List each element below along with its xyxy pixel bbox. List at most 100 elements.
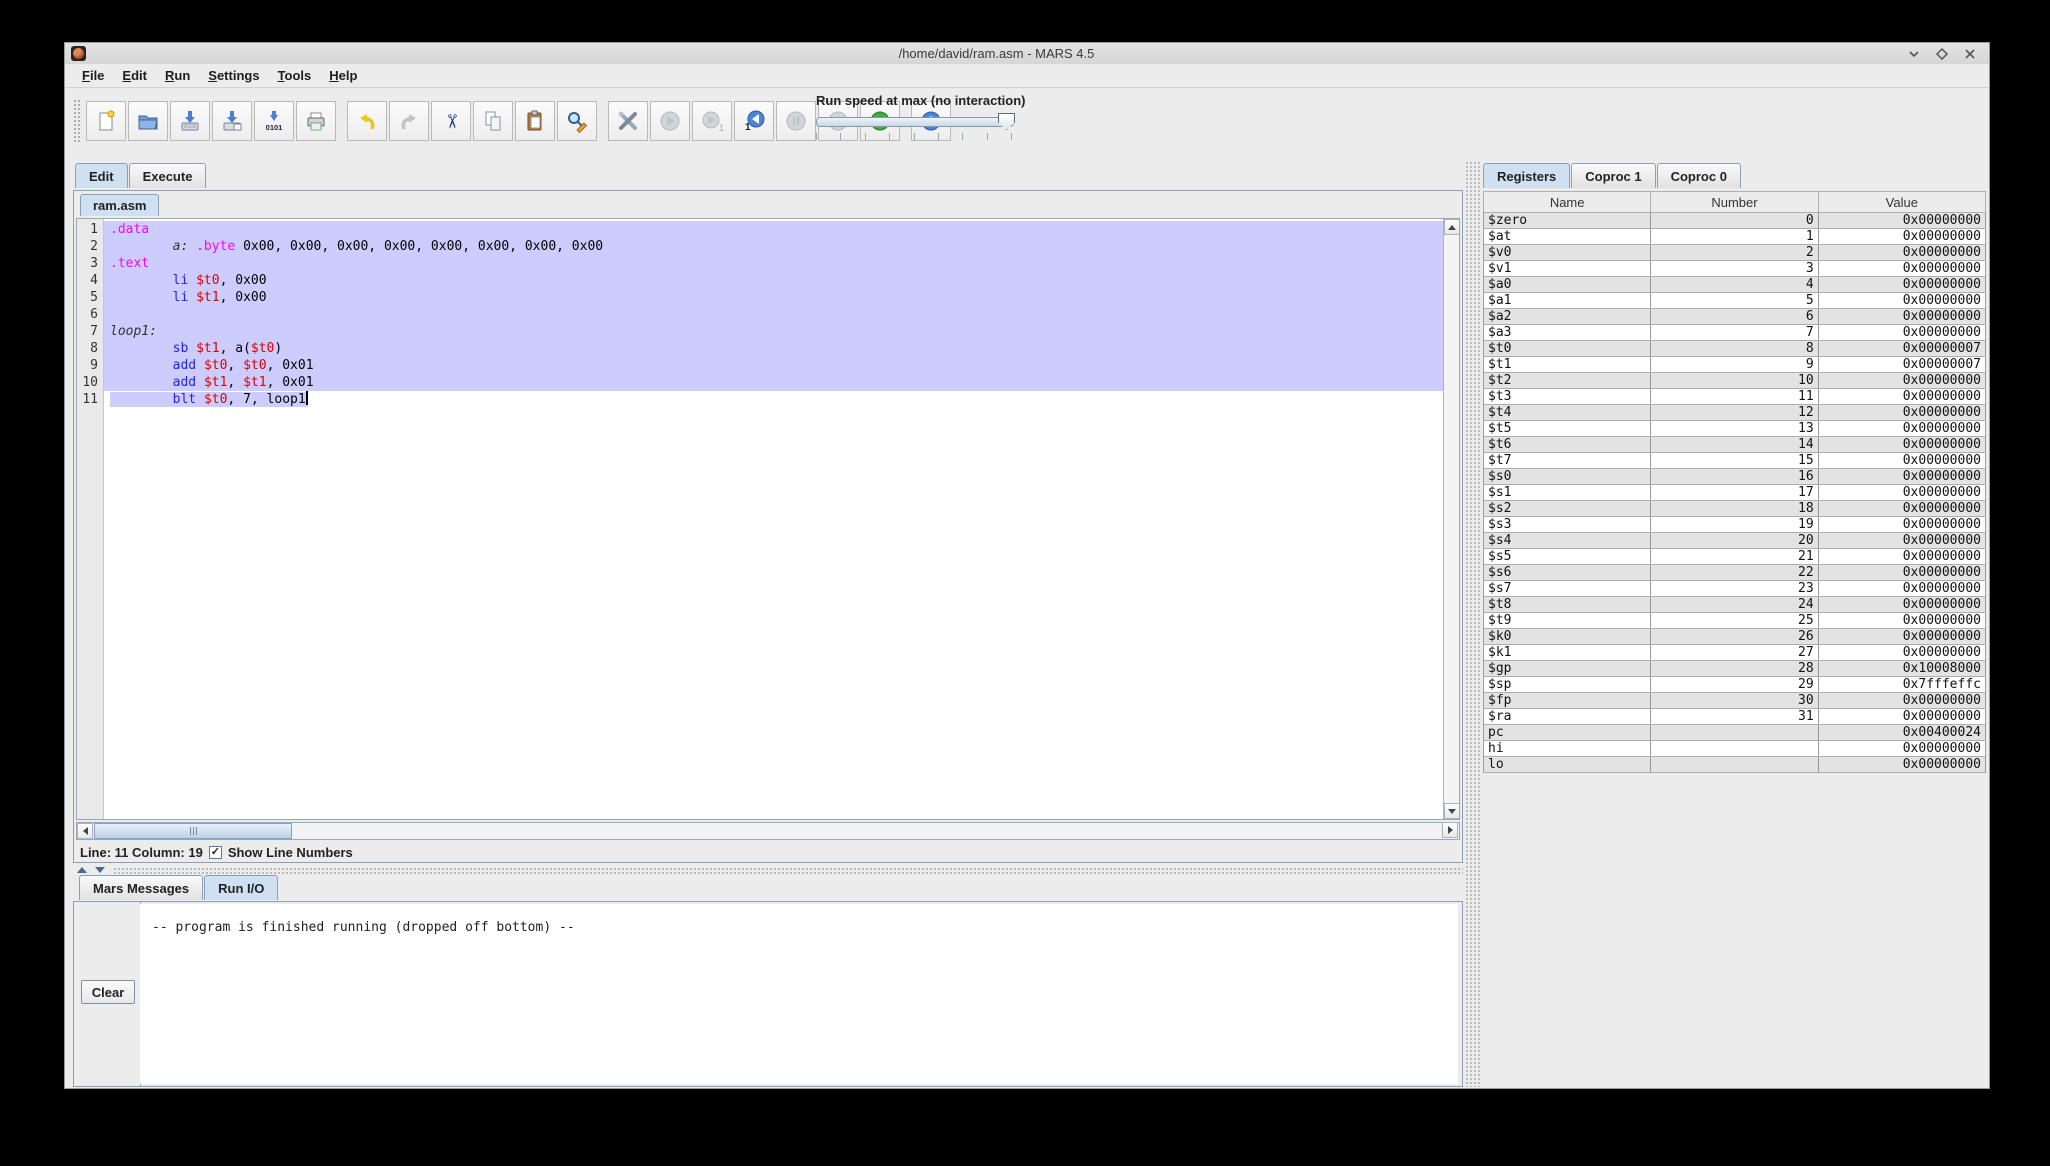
register-row-s0[interactable]: $s0 16 0x00000000 [1483,468,1987,485]
tab-mars-messages[interactable]: Mars Messages [79,875,204,900]
maximize-button[interactable] [1935,47,1949,61]
register-row-lo[interactable]: lo 0x00000000 [1483,756,1987,773]
slider-track[interactable] [816,117,1014,127]
menu-run[interactable]: Run [156,65,199,86]
code-line-9[interactable]: 9 add $t0, $t0, 0x01 [77,357,1443,374]
scroll-right-button[interactable] [1442,822,1458,838]
copy-button[interactable] [473,101,513,141]
tab-run-io[interactable]: Run I/O [204,875,279,900]
vertical-split-divider[interactable] [1465,161,1480,1087]
column-name[interactable]: Name [1482,191,1652,213]
file-tab-ram-asm[interactable]: ram.asm [80,194,160,216]
register-row-t5[interactable]: $t5 13 0x00000000 [1483,420,1987,437]
dump-memory-button[interactable]: 0101 [254,101,294,141]
register-row-s2[interactable]: $s2 18 0x00000000 [1483,500,1987,517]
tab-registers[interactable]: Registers [1483,163,1571,188]
close-button[interactable] [1963,47,1977,61]
register-table-header[interactable]: Name Number Value [1482,191,1987,213]
register-row-a2[interactable]: $a2 6 0x00000000 [1483,308,1987,325]
column-value[interactable]: Value [1817,191,1987,213]
new-file-button[interactable] [86,101,126,141]
code-editor[interactable]: 1 .data 2 a: .byte 0x00, 0x00, 0x00, 0x00,… [76,218,1460,820]
code-line-5[interactable]: 5 li $t1, 0x00 [77,289,1443,306]
undo-button[interactable] [347,101,387,141]
register-row-gp[interactable]: $gp 28 0x10008000 [1483,660,1987,677]
register-row-s5[interactable]: $s5 21 0x00000000 [1483,548,1987,565]
register-row-s3[interactable]: $s3 19 0x00000000 [1483,516,1987,533]
print-button[interactable] [296,101,336,141]
tab-execute[interactable]: Execute [128,163,207,188]
code-line-11[interactable]: 11 blt $t0, 7, loop1 [77,391,1443,408]
register-row-s4[interactable]: $s4 20 0x00000000 [1483,532,1987,549]
register-row-s1[interactable]: $s1 17 0x00000000 [1483,484,1987,501]
register-row-fp[interactable]: $fp 30 0x00000000 [1483,692,1987,709]
column-number[interactable]: Number [1650,191,1819,213]
save-button[interactable] [170,101,210,141]
menu-help[interactable]: Help [320,65,366,86]
assemble-button[interactable] [608,101,648,141]
register-row-zero[interactable]: $zero 0 0x00000000 [1483,212,1987,229]
code-line-8[interactable]: 8 sb $t1, a($t0) [77,340,1443,357]
cut-button[interactable]: ✂ [431,101,471,141]
paste-button[interactable] [515,101,555,141]
code-line-4[interactable]: 4 li $t0, 0x00 [77,272,1443,289]
horizontal-scrollbar[interactable] [76,822,1460,840]
backstep-button[interactable]: 1 [734,101,774,141]
register-row-hi[interactable]: hi 0x00000000 [1483,740,1987,757]
register-row-ra[interactable]: $ra 31 0x00000000 [1483,708,1987,725]
register-row-t7[interactable]: $t7 15 0x00000000 [1483,452,1987,469]
code-line-7[interactable]: 7 loop1: [77,323,1443,340]
register-row-sp[interactable]: $sp 29 0x7fffeffc [1483,676,1987,693]
register-row-k0[interactable]: $k0 26 0x00000000 [1483,628,1987,645]
show-line-numbers-checkbox[interactable]: ✓ [208,845,222,859]
register-row-t3[interactable]: $t3 11 0x00000000 [1483,388,1987,405]
register-row-t2[interactable]: $t2 10 0x00000000 [1483,372,1987,389]
register-row-a3[interactable]: $a3 7 0x00000000 [1483,324,1987,341]
register-row-k1[interactable]: $k1 27 0x00000000 [1483,644,1987,661]
register-row-pc[interactable]: pc 0x00400024 [1483,724,1987,741]
register-row-at[interactable]: $at 1 0x00000000 [1483,228,1987,245]
save-as-button[interactable] [212,101,252,141]
run-io-output[interactable]: -- program is finished running (dropped … [140,904,1458,1084]
scroll-down-button[interactable] [1444,803,1459,819]
redo-button[interactable] [389,101,429,141]
title-bar[interactable]: /home/david/ram.asm - MARS 4.5 [65,43,1989,65]
horizontal-scroll-thumb[interactable] [94,823,292,839]
vertical-scrollbar[interactable] [1443,219,1459,819]
clear-button[interactable]: Clear [81,980,135,1004]
minimize-button[interactable] [1907,47,1921,61]
open-file-button[interactable] [128,101,168,141]
tab-coproc0[interactable]: Coproc 0 [1656,163,1741,188]
code-line-6[interactable]: 6 [77,306,1443,323]
code-line-1[interactable]: 1 .data [77,221,1443,238]
slider-thumb[interactable] [998,113,1015,130]
register-row-v0[interactable]: $v0 2 0x00000000 [1483,244,1987,261]
split-pane-divider[interactable] [73,865,1463,875]
code-line-10[interactable]: 10 add $t1, $t1, 0x01 [77,374,1443,391]
register-row-v1[interactable]: $v1 3 0x00000000 [1483,260,1987,277]
menu-settings[interactable]: Settings [199,65,268,86]
collapse-down-icon[interactable] [95,867,105,873]
register-row-t9[interactable]: $t9 25 0x00000000 [1483,612,1987,629]
register-row-s7[interactable]: $s7 23 0x00000000 [1483,580,1987,597]
toolbar-drag-handle[interactable] [73,99,81,143]
register-row-a0[interactable]: $a0 4 0x00000000 [1483,276,1987,293]
menu-file[interactable]: File [73,65,113,86]
register-row-t6[interactable]: $t6 14 0x00000000 [1483,436,1987,453]
tab-edit[interactable]: Edit [75,163,128,188]
register-row-a1[interactable]: $a1 5 0x00000000 [1483,292,1987,309]
register-row-s6[interactable]: $s6 22 0x00000000 [1483,564,1987,581]
run-speed-slider[interactable] [816,113,1032,130]
collapse-up-icon[interactable] [77,867,87,873]
register-row-t1[interactable]: $t1 9 0x00000007 [1483,356,1987,373]
register-row-t8[interactable]: $t8 24 0x00000000 [1483,596,1987,613]
menu-tools[interactable]: Tools [269,65,321,86]
code-line-3[interactable]: 3 .text [77,255,1443,272]
find-replace-button[interactable] [557,101,597,141]
menu-edit[interactable]: Edit [113,65,156,86]
tab-coproc1[interactable]: Coproc 1 [1571,163,1656,188]
scroll-up-button[interactable] [1444,219,1459,235]
register-row-t4[interactable]: $t4 12 0x00000000 [1483,404,1987,421]
step-button[interactable]: 1 [692,101,732,141]
code-line-2[interactable]: 2 a: .byte 0x00, 0x00, 0x00, 0x00, 0x00,… [77,238,1443,255]
